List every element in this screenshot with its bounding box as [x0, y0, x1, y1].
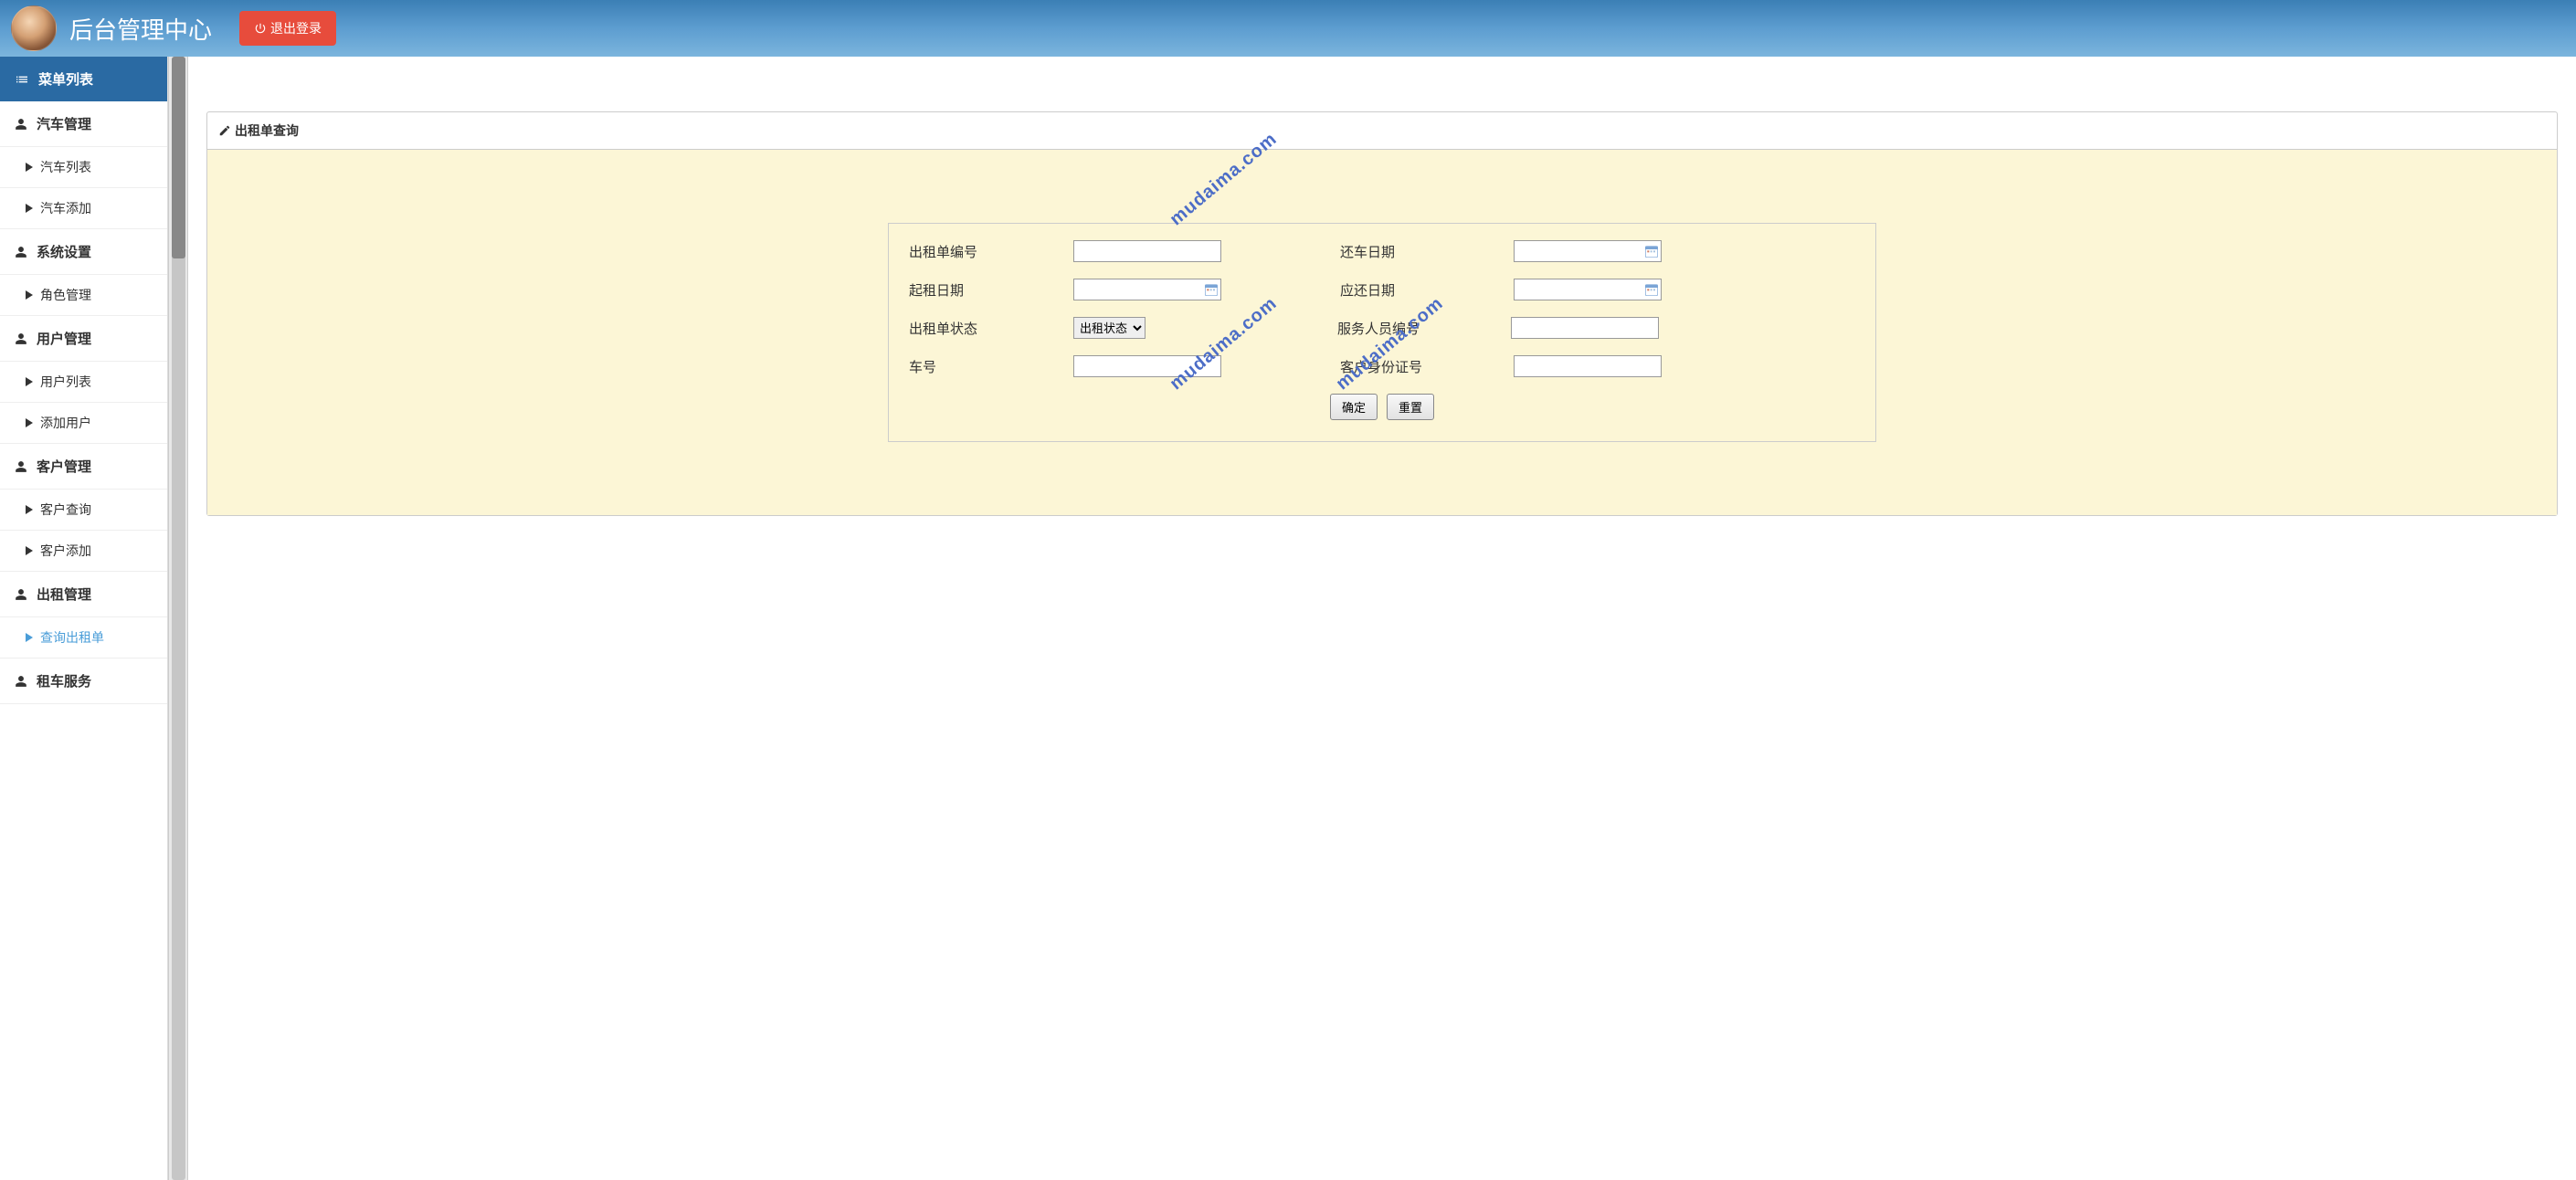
- label-status: 出租单状态: [909, 319, 991, 338]
- user-icon: [15, 588, 27, 601]
- sidebar-group-system[interactable]: 系统设置: [0, 229, 167, 275]
- panel-body: mudaima.com mudaima.com mudaima.com 出租单编…: [207, 150, 2557, 515]
- list-icon: [15, 72, 29, 87]
- sidebar-header: 菜单列表: [0, 57, 167, 101]
- sidebar-item-label: 查询出租单: [40, 628, 104, 647]
- top-header: 后台管理中心 退出登录: [0, 0, 2576, 57]
- logout-label: 退出登录: [270, 19, 322, 37]
- sidebar-item-user-add[interactable]: 添加用户: [0, 403, 167, 444]
- sidebar-group-service[interactable]: 租车服务: [0, 658, 167, 704]
- query-panel: 出租单查询 mudaima.com mudaima.com mudaima.co…: [206, 111, 2558, 516]
- user-icon: [15, 332, 27, 345]
- app-title: 后台管理中心: [69, 12, 212, 46]
- input-start-date[interactable]: [1073, 279, 1221, 300]
- sidebar-item-label: 客户查询: [40, 500, 91, 519]
- sidebar-group-car[interactable]: 汽车管理: [0, 101, 167, 147]
- caret-right-icon: [26, 290, 33, 300]
- sidebar-group-label: 用户管理: [37, 329, 91, 348]
- sidebar-group-label: 系统设置: [37, 242, 91, 261]
- input-due-date[interactable]: [1514, 279, 1662, 300]
- watermark: mudaima.com: [1167, 293, 1282, 395]
- calendar-icon[interactable]: [1644, 244, 1659, 258]
- query-form: mudaima.com mudaima.com mudaima.com 出租单编…: [888, 223, 1876, 442]
- panel-title-text: 出租单查询: [235, 121, 299, 140]
- power-icon: [254, 22, 267, 35]
- logout-button[interactable]: 退出登录: [239, 11, 336, 46]
- sidebar-item-label: 角色管理: [40, 286, 91, 304]
- caret-right-icon: [26, 546, 33, 555]
- sidebar-item-label: 添加用户: [40, 414, 91, 432]
- sidebar-item-label: 汽车添加: [40, 199, 91, 217]
- caret-right-icon: [26, 163, 33, 172]
- splitter-scrollbar[interactable]: [168, 57, 188, 1180]
- user-icon: [15, 118, 27, 131]
- sidebar-item-rental-query[interactable]: 查询出租单: [0, 617, 167, 658]
- calendar-icon[interactable]: [1644, 282, 1659, 297]
- label-customer-id: 客户身份证号: [1340, 357, 1431, 376]
- avatar: [11, 5, 57, 51]
- scrollbar-thumb[interactable]: [172, 57, 185, 258]
- caret-right-icon: [26, 505, 33, 514]
- user-icon: [15, 675, 27, 688]
- user-icon: [15, 246, 27, 258]
- panel-title: 出租单查询: [207, 112, 2557, 150]
- user-icon: [15, 460, 27, 473]
- sidebar-item-role[interactable]: 角色管理: [0, 275, 167, 316]
- sidebar-group-customer[interactable]: 客户管理: [0, 444, 167, 490]
- input-car-no[interactable]: [1073, 355, 1221, 377]
- sidebar-item-car-add[interactable]: 汽车添加: [0, 188, 167, 229]
- watermark: mudaima.com: [1333, 293, 1448, 395]
- label-staff-no: 服务人员编号: [1337, 319, 1429, 338]
- sidebar-item-customer-query[interactable]: 客户查询: [0, 490, 167, 531]
- caret-right-icon: [26, 204, 33, 213]
- sidebar-group-label: 汽车管理: [37, 114, 91, 133]
- label-car-no: 车号: [909, 357, 991, 376]
- sidebar-item-label: 客户添加: [40, 542, 91, 560]
- input-rental-no[interactable]: [1073, 240, 1221, 262]
- input-return-date[interactable]: [1514, 240, 1662, 262]
- sidebar-group-rental[interactable]: 出租管理: [0, 572, 167, 617]
- input-customer-id[interactable]: [1514, 355, 1662, 377]
- select-status[interactable]: 出租状态: [1073, 317, 1145, 339]
- caret-right-icon: [26, 418, 33, 427]
- sidebar-group-label: 租车服务: [37, 671, 91, 690]
- label-return-date: 还车日期: [1340, 242, 1431, 261]
- edit-icon: [218, 124, 231, 137]
- label-start-date: 起租日期: [909, 280, 991, 300]
- caret-right-icon: [26, 633, 33, 642]
- sidebar-item-car-list[interactable]: 汽车列表: [0, 147, 167, 188]
- label-due-date: 应还日期: [1340, 280, 1431, 300]
- sidebar-item-customer-add[interactable]: 客户添加: [0, 531, 167, 572]
- calendar-icon[interactable]: [1204, 282, 1219, 297]
- sidebar: 菜单列表 汽车管理 汽车列表 汽车添加 系统设置: [0, 57, 168, 1180]
- caret-right-icon: [26, 377, 33, 386]
- sidebar-group-label: 出租管理: [37, 585, 91, 604]
- sidebar-item-user-list[interactable]: 用户列表: [0, 362, 167, 403]
- sidebar-header-label: 菜单列表: [38, 69, 93, 89]
- content-area: 出租单查询 mudaima.com mudaima.com mudaima.co…: [188, 57, 2576, 1180]
- sidebar-item-label: 用户列表: [40, 373, 91, 391]
- reset-button[interactable]: 重置: [1387, 394, 1434, 420]
- sidebar-group-label: 客户管理: [37, 457, 91, 476]
- input-staff-no[interactable]: [1511, 317, 1659, 339]
- sidebar-group-user[interactable]: 用户管理: [0, 316, 167, 362]
- submit-button[interactable]: 确定: [1330, 394, 1378, 420]
- label-rental-no: 出租单编号: [909, 242, 991, 261]
- sidebar-item-label: 汽车列表: [40, 158, 91, 176]
